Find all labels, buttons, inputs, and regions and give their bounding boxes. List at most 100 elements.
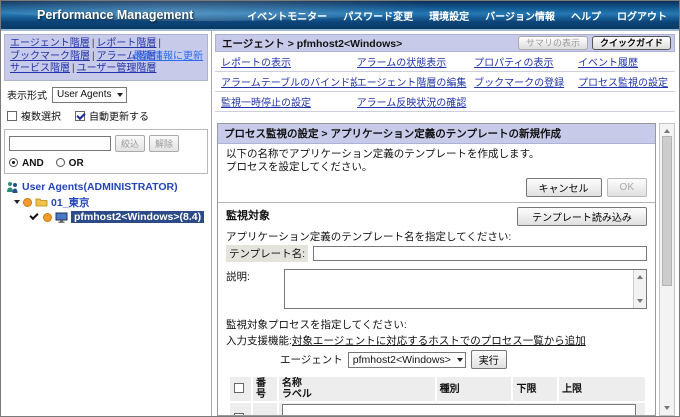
settings-panel: プロセス監視の設定 > アプリケーション定義のテンプレートの新規作成 以下の名称… [217,123,656,416]
radio-selected-icon [9,157,18,167]
tab-separator: | [72,63,75,74]
template-name-label: テンプレート名: [226,245,309,262]
tab-agent-hierarchy[interactable]: エージェント階層 [10,38,90,49]
link-alarm-table-bind[interactable]: アラームテーブルのバインド設定 [221,74,357,89]
user-agents-icon [7,182,18,193]
col-name-label: 名称 ラベル [278,377,435,401]
link-process-monitoring-settings[interactable]: プロセス監視の設定 [578,74,673,89]
chevron-down-icon [456,357,463,365]
tab-separator: | [92,50,95,62]
main-area: エージェント > pfmhost2<Windows> サマリの表示 クイックガイ… [212,31,679,416]
nav-environment-settings[interactable]: 環境設定 [429,8,469,23]
description-label: 説明: [226,271,250,283]
tab-user-admin-hierarchy[interactable]: ユーザー管理階層 [77,63,157,74]
link-register-bookmark[interactable]: ブックマークの登録 [474,74,578,89]
refresh-link[interactable]: 最新情報に更新 [133,51,203,64]
auto-update-checkbox[interactable]: 自動更新する [75,108,149,123]
chevron-down-icon [117,92,124,100]
scroll-down-icon[interactable] [637,299,643,306]
breadcrumb-bar: エージェント > pfmhost2<Windows> サマリの表示 クイックガイ… [215,34,675,52]
clear-button[interactable]: 解除 [149,134,180,152]
nav-help[interactable]: ヘルプ [571,8,601,23]
link-show-report[interactable]: レポートの表示 [221,54,357,69]
breadcrumb: エージェント > pfmhost2<Windows> [222,37,403,50]
link-alarm-status[interactable]: アラームの状態表示 [357,54,475,69]
hierarchy-tabs: エージェント階層 | レポート階層 | ブックマーク階層 | アラーム階層 | サービス階層… [4,34,208,81]
process-table: 番号 名称 ラベル 種別 下限 上限 01 [228,375,647,415]
load-template-button[interactable]: テンプレート読み込み [517,207,647,226]
scrollbar-thumb[interactable] [662,136,672,286]
radio-icon [55,157,65,167]
section-title: 監視対象 [226,210,270,222]
display-format-label: 表示形式 [7,91,47,102]
link-suspend-monitoring[interactable]: 監視一時停止の設定 [221,94,357,109]
process-prompt: 監視対象プロセスを指定してください: [226,319,407,331]
table-row: 01 選択なし [230,403,645,415]
tree-node-user-agents[interactable]: User Agents(ADMINISTRATOR) [6,180,208,195]
display-format-row: 表示形式 User Agents [7,86,206,103]
checkbox-checked-icon [75,110,85,121]
agent-tree: User Agents(ADMINISTRATOR) 01_東京 pfmhost… [6,180,208,225]
col-upper: 上限 [559,377,645,401]
col-type: 種別 [436,377,512,401]
agent-label: エージェント [280,354,343,366]
scroll-up-icon[interactable] [664,126,670,133]
col-number: 番号 [253,377,277,401]
nav-version-info[interactable]: バージョン情報 [485,8,555,23]
agent-state-badge-icon [23,197,32,207]
panel-description: 以下の名称でアプリケーション定義のテンプレートを作成します。 プロセスを設定して… [226,148,540,173]
host-monitor-icon [55,212,68,223]
nav-logout[interactable]: ログアウト [617,8,667,23]
tab-service-hierarchy[interactable]: サービス階層 [10,63,70,74]
folder-icon [35,198,48,207]
display-format-select[interactable]: User Agents [52,86,128,103]
panel-title: プロセス監視の設定 > アプリケーション定義のテンプレートの新規作成 [218,124,655,144]
link-edit-agent-hierarchy[interactable]: エージェント階層の編集 [357,74,475,89]
summary-display-button[interactable]: サマリの表示 [517,36,588,50]
description-textarea[interactable] [284,269,647,309]
agent-state-badge-icon [43,212,52,222]
tree-node-folder-01-tokyo[interactable]: 01_東京 [6,195,208,210]
tree-options: 複数選択 自動更新する [7,108,206,123]
template-name-input[interactable] [313,246,647,261]
link-alarm-apply-status[interactable]: アラーム反映状況の確認 [357,94,475,109]
table-header-row: 番号 名称 ラベル 種別 下限 上限 [230,377,645,401]
tree-filter-box: 絞込 解除 AND OR [4,128,208,174]
scroll-down-icon[interactable] [664,406,670,413]
col-lower: 下限 [513,377,558,401]
narrow-button[interactable]: 絞込 [115,134,146,152]
app-window: Performance Management イベントモニター パスワード変更 … [0,0,680,417]
method-links: レポートの表示 アラームの状態表示 プロパティの表示 イベント履歴 アラームテー… [215,52,675,112]
filter-input[interactable] [9,135,111,151]
header-nav: イベントモニター パスワード変更 環境設定 バージョン情報 ヘルプ ログアウト [247,8,667,23]
tab-bookmark-hierarchy[interactable]: ブックマーク階層 [10,51,90,62]
and-radio[interactable]: AND [9,157,44,169]
textarea-scrollbar[interactable] [633,270,646,308]
panel-scrollbar[interactable] [659,123,675,416]
link-show-properties[interactable]: プロパティの表示 [474,54,578,69]
or-radio[interactable]: OR [55,157,84,169]
assist-line: 入力支援機能:対象エージェントに対応するホストでのプロセス一覧から追加 [226,335,586,347]
row-checkbox[interactable] [233,413,244,415]
tab-separator: | [158,38,162,49]
row-number: 01 [253,403,277,415]
process-name-input[interactable] [281,404,636,415]
link-event-history[interactable]: イベント履歴 [578,54,673,69]
agent-select[interactable]: pfmhost2<Windows> [347,351,466,368]
quick-guide-button[interactable]: クイックガイド [591,36,671,50]
ok-button[interactable]: OK [606,178,647,197]
multi-select-checkbox[interactable]: 複数選択 [7,108,61,123]
select-all-checkbox[interactable] [233,383,244,393]
template-name-prompt: アプリケーション定義のテンプレート名を指定してください: [226,231,512,243]
cancel-button[interactable]: キャンセル [525,178,602,197]
run-button[interactable]: 実行 [470,350,507,369]
tab-report-hierarchy[interactable]: レポート階層 [96,38,156,49]
scroll-up-icon[interactable] [637,272,643,279]
app-title: Performance Management [37,8,194,22]
sidebar: エージェント階層 | レポート階層 | ブックマーク階層 | アラーム階層 | サービス階層… [1,31,212,416]
nav-change-password[interactable]: パスワード変更 [343,8,413,23]
app-header: Performance Management イベントモニター パスワード変更 … [1,1,679,31]
tree-node-agent-pfmhost2[interactable]: pfmhost2<Windows>(8.4) [6,210,208,225]
expander-icon[interactable] [14,200,20,207]
nav-event-monitor[interactable]: イベントモニター [247,8,327,23]
